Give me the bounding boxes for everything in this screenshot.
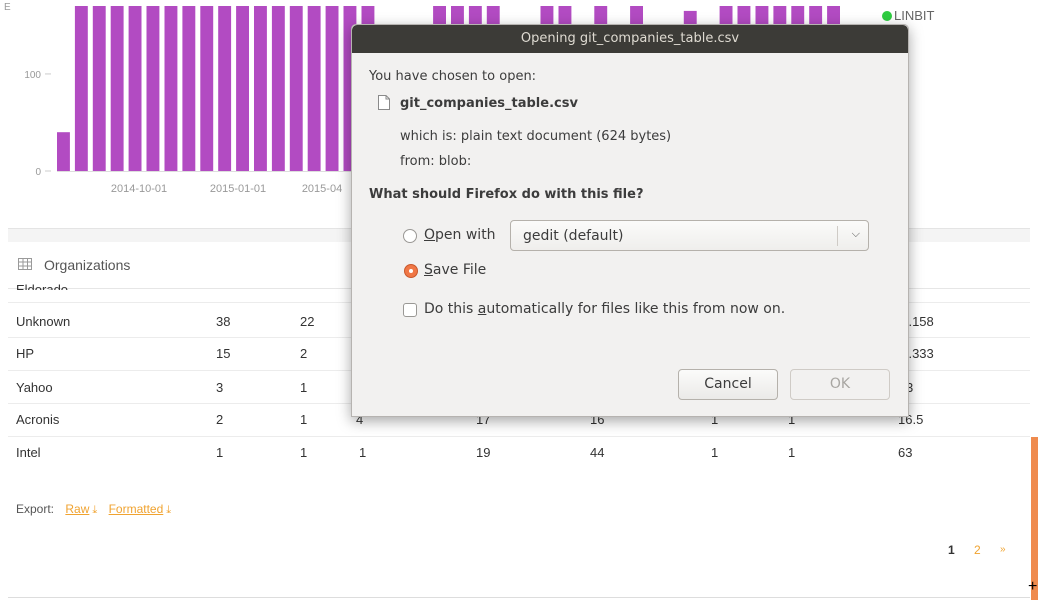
x-tick-label: 2014-10-01 [111,183,167,195]
open-with-label[interactable]: Open with [424,227,496,243]
cell: 2 [300,346,308,361]
bar[interactable] [74,6,88,171]
panel-bottom-border [8,597,1030,598]
save-file-text: ave File [432,262,487,278]
text-file-icon [378,95,390,110]
y-tick-label: 100 [24,70,41,81]
bar[interactable] [128,6,142,171]
bar[interactable] [307,6,321,171]
export-formatted-label: Formatted [108,502,164,516]
cell: 44 [590,445,605,460]
bar[interactable] [110,6,124,171]
cell: 3 [216,380,224,395]
save-file-label[interactable]: Save File [424,262,486,278]
download-icon: ⤓ [92,504,98,516]
export-label: Export: [16,502,55,516]
open-file-dialog: Opening git_companies_table.csv You have… [351,24,909,417]
bar[interactable] [92,6,106,171]
save-file-accelerator: S [424,262,433,278]
cell: 38 [216,314,231,329]
cell: 1 [711,445,719,460]
partially-hidden-row-label: Eldorado [16,282,69,290]
save-file-radio[interactable] [404,264,418,278]
cell: 15 [216,346,231,361]
cell-name: HP [16,346,35,361]
chosen-label: You have chosen to open: [369,69,537,84]
cell: 1 [359,445,367,460]
export-raw-link[interactable]: Raw ⤓ [65,502,97,516]
page-2-link[interactable]: 2 [974,543,981,557]
legend-dot-icon [882,11,892,21]
bar[interactable] [200,6,214,171]
export-bar: Export: Raw ⤓ Formatted ⤓ [16,502,171,517]
open-with-text: pen with [435,227,496,243]
dialog-title: Opening git_companies_table.csv [520,31,740,46]
auto-action-text-pre: Do this [424,301,478,317]
application-select[interactable]: gedit (default) ⌵ [510,220,869,251]
cell-name: Yahoo [16,380,53,395]
file-name: git_companies_table.csv [400,96,578,111]
ok-button[interactable]: OK [790,369,890,400]
cancel-button[interactable]: Cancel [678,369,778,400]
bar[interactable] [57,132,70,171]
page-current: 1 [948,543,955,557]
question-heading: What should Firefox do with this file? [369,187,644,202]
page-next-link[interactable]: » [1000,544,1006,555]
cell: 1 [216,445,224,460]
auto-action-text: utomatically for files like this from no… [486,301,786,317]
bar[interactable] [236,6,249,171]
cell-name: Unknown [16,314,71,329]
cell: 63 [898,445,913,460]
bar[interactable] [218,6,232,171]
cell: 1 [300,412,308,427]
table-grid-icon [18,258,32,270]
x-tick-label: 2015-04 [302,183,342,195]
legend-label: LINBIT [894,8,935,23]
cell: 2 [216,412,224,427]
cell: 1 [300,380,308,395]
open-with-radio[interactable] [403,229,417,243]
cell: 22 [300,314,315,329]
y-tick-label: 0 [35,167,41,178]
cell: 19 [476,445,491,460]
cell-name: Intel [16,445,41,460]
cell: 1 [788,445,796,460]
bar[interactable] [164,6,178,171]
chart-legend[interactable]: LINBIT [882,8,934,23]
panel-title: Organizations [44,257,131,273]
dialog-titlebar[interactable]: Opening git_companies_table.csv [352,25,908,53]
bar[interactable] [271,6,285,171]
bar[interactable] [146,6,160,171]
row-divider [8,436,1030,437]
download-icon: ⤓ [166,504,172,516]
open-with-accelerator: O [424,227,436,243]
crosshair-cursor-icon: + [1028,578,1038,595]
bar[interactable] [289,6,303,171]
cell-name: Acronis [16,412,60,427]
application-select-value: gedit (default) [523,228,624,244]
file-source: from: blob: [400,154,472,169]
bar[interactable] [325,6,339,171]
bar[interactable] [182,6,196,171]
auto-action-checkbox[interactable] [403,303,417,317]
select-separator [837,226,838,246]
export-formatted-link[interactable]: Formatted ⤓ [109,502,172,516]
file-type: which is: plain text document (624 bytes… [400,129,672,144]
chevron-down-icon: ⌵ [851,227,860,240]
cell: 1 [300,445,308,460]
bar[interactable] [254,6,267,171]
x-tick-label: 2015-01-01 [210,183,266,195]
scrollbar[interactable] [1031,437,1038,600]
export-raw-label: Raw [65,502,90,516]
auto-action-label[interactable]: Do this automatically for files like thi… [424,301,785,317]
